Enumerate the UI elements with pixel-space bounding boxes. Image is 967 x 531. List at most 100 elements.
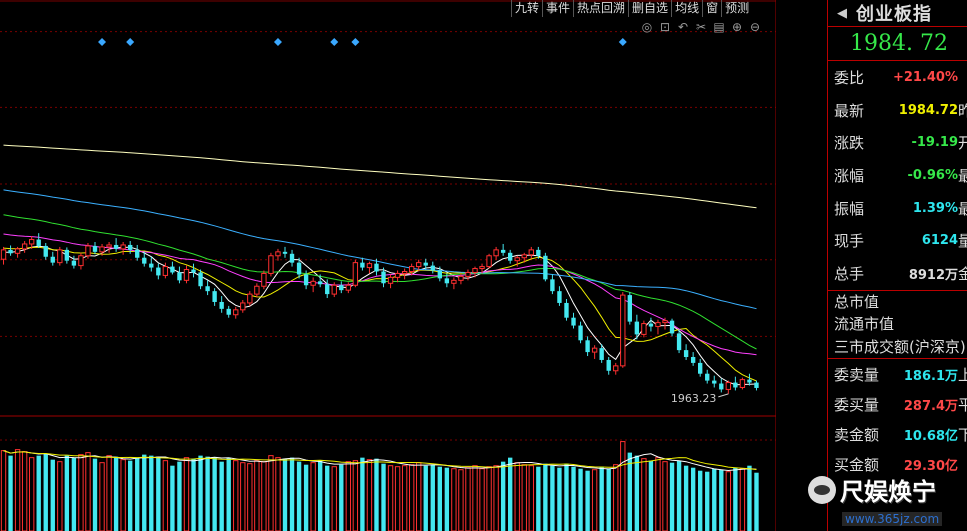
quote-value: +21.40%	[892, 69, 958, 85]
candle-body	[543, 255, 548, 280]
kline-chart-area[interactable]: 1963.23 27002546239022362080181.12万91X10…	[0, 0, 776, 531]
volume-bar	[78, 454, 84, 531]
candle-body	[183, 269, 190, 281]
candle-body	[591, 347, 598, 353]
volume-bar	[198, 455, 203, 531]
candle-body	[381, 271, 386, 284]
candle-body	[754, 382, 759, 388]
undo-icon[interactable]: ↶	[676, 20, 690, 34]
volume-bar	[135, 457, 140, 531]
quote-trail-label: 最	[958, 166, 967, 185]
volume-bar	[437, 466, 442, 531]
volume-bar	[142, 454, 147, 531]
volume-bar	[493, 465, 499, 531]
toolbar-button[interactable]: 均线	[671, 0, 702, 17]
candle-body	[408, 266, 415, 272]
volume-bar	[451, 468, 457, 531]
candle-body	[43, 245, 48, 257]
candle-body	[339, 285, 344, 291]
candle	[310, 277, 316, 293]
candle-body	[444, 278, 450, 284]
quote-value: -19.19	[911, 135, 958, 151]
candle	[233, 306, 239, 319]
volume-bar	[352, 460, 359, 531]
volume-bar	[64, 455, 70, 531]
kline-chart[interactable]: 1963.23 27002546239022362080181.12万91X10…	[0, 0, 776, 531]
volume-bar	[92, 458, 98, 531]
quote-label: 涨幅	[834, 166, 865, 185]
quote-rows: 委比 +21.40% 最新 1984.72 昨涨跌 -19.19 开涨幅 -0.96% 最振幅 1…	[828, 61, 967, 290]
candle-body	[550, 279, 555, 292]
candle	[620, 292, 626, 368]
toolbar-button[interactable]: 事件	[542, 0, 573, 17]
chart-toolbar: 九转 事件 热点回溯 删自选 均线窗预测	[511, 0, 752, 17]
signal-diamond-icon[interactable]	[126, 38, 135, 46]
candle-body	[247, 293, 253, 304]
zoom-in-icon[interactable]: ⊕	[730, 20, 744, 34]
toolbar-button[interactable]: 预测	[721, 0, 752, 17]
volume-bar	[712, 468, 717, 531]
candle	[268, 252, 274, 277]
index-name: 创业板指	[856, 4, 932, 25]
volume-bar	[240, 462, 246, 531]
lock-icon[interactable]: ⊡	[658, 20, 672, 34]
volume-bar	[219, 461, 224, 531]
candle-body	[423, 262, 428, 266]
candle-body	[325, 284, 330, 295]
candle	[240, 299, 246, 313]
signal-diamond-icon[interactable]	[330, 38, 339, 46]
signal-diamond-icon[interactable]	[273, 38, 282, 46]
order-value: 186.1万	[903, 368, 958, 384]
candle-body	[465, 271, 471, 277]
order-trail-label: 下	[958, 425, 967, 444]
candle-body	[113, 244, 119, 249]
quote-row: 最新 1984.72 昨	[828, 94, 967, 127]
volume-bar	[571, 466, 576, 531]
volume-bar	[325, 465, 330, 531]
toolbar-button[interactable]: 删自选	[628, 0, 671, 17]
eye-icon[interactable]: ◎	[640, 20, 654, 34]
candle-body	[437, 270, 442, 279]
signal-diamond-icon[interactable]	[351, 38, 360, 46]
drawing-tools: ◎ ⊡ ↶ ✂ ▤ ⊕ ⊖	[640, 20, 762, 34]
volume-bar	[514, 462, 520, 531]
signal-diamond-icon[interactable]	[618, 38, 627, 46]
candle-body	[212, 291, 217, 302]
quote-trail-label: 量	[958, 232, 967, 251]
quote-label: 最新	[834, 101, 865, 120]
toolbar-button[interactable]: 热点回溯	[573, 0, 628, 17]
signal-diamond-icon[interactable]	[98, 38, 107, 46]
candle	[43, 242, 48, 260]
candle-body	[536, 249, 541, 256]
candle-body	[240, 302, 246, 311]
volume-bar	[156, 456, 161, 531]
candle-body	[120, 244, 126, 250]
candle	[106, 242, 112, 253]
collapse-arrow-icon[interactable]: ◀	[828, 6, 856, 21]
volume-bar	[641, 458, 647, 531]
zoom-out-icon[interactable]: ⊖	[748, 20, 762, 34]
candle-body	[85, 245, 91, 257]
volume-bar	[170, 465, 175, 531]
candle	[212, 288, 217, 306]
watermark: 尺娱焕宁	[808, 472, 936, 507]
candle-body	[719, 383, 724, 390]
toolbar-button[interactable]: 九转	[511, 0, 542, 17]
candle	[352, 259, 359, 288]
candle-body	[57, 249, 63, 264]
market-value-label: 三市成交额(沪深京)	[834, 337, 966, 356]
volume-bar	[36, 455, 41, 531]
candle-body	[128, 244, 133, 250]
candle	[486, 253, 492, 269]
volume-bar	[698, 470, 703, 531]
toolbar-button[interactable]: 窗	[702, 0, 721, 17]
candle	[543, 252, 548, 282]
candle	[465, 269, 471, 281]
volume-bar	[374, 458, 379, 531]
scissors-icon[interactable]: ✂	[694, 20, 708, 34]
order-trail-label: 上	[958, 365, 967, 384]
volume-bar	[606, 468, 611, 531]
candle-body	[318, 281, 323, 285]
trash-icon[interactable]: ▤	[712, 20, 726, 34]
candle-body	[366, 263, 373, 269]
